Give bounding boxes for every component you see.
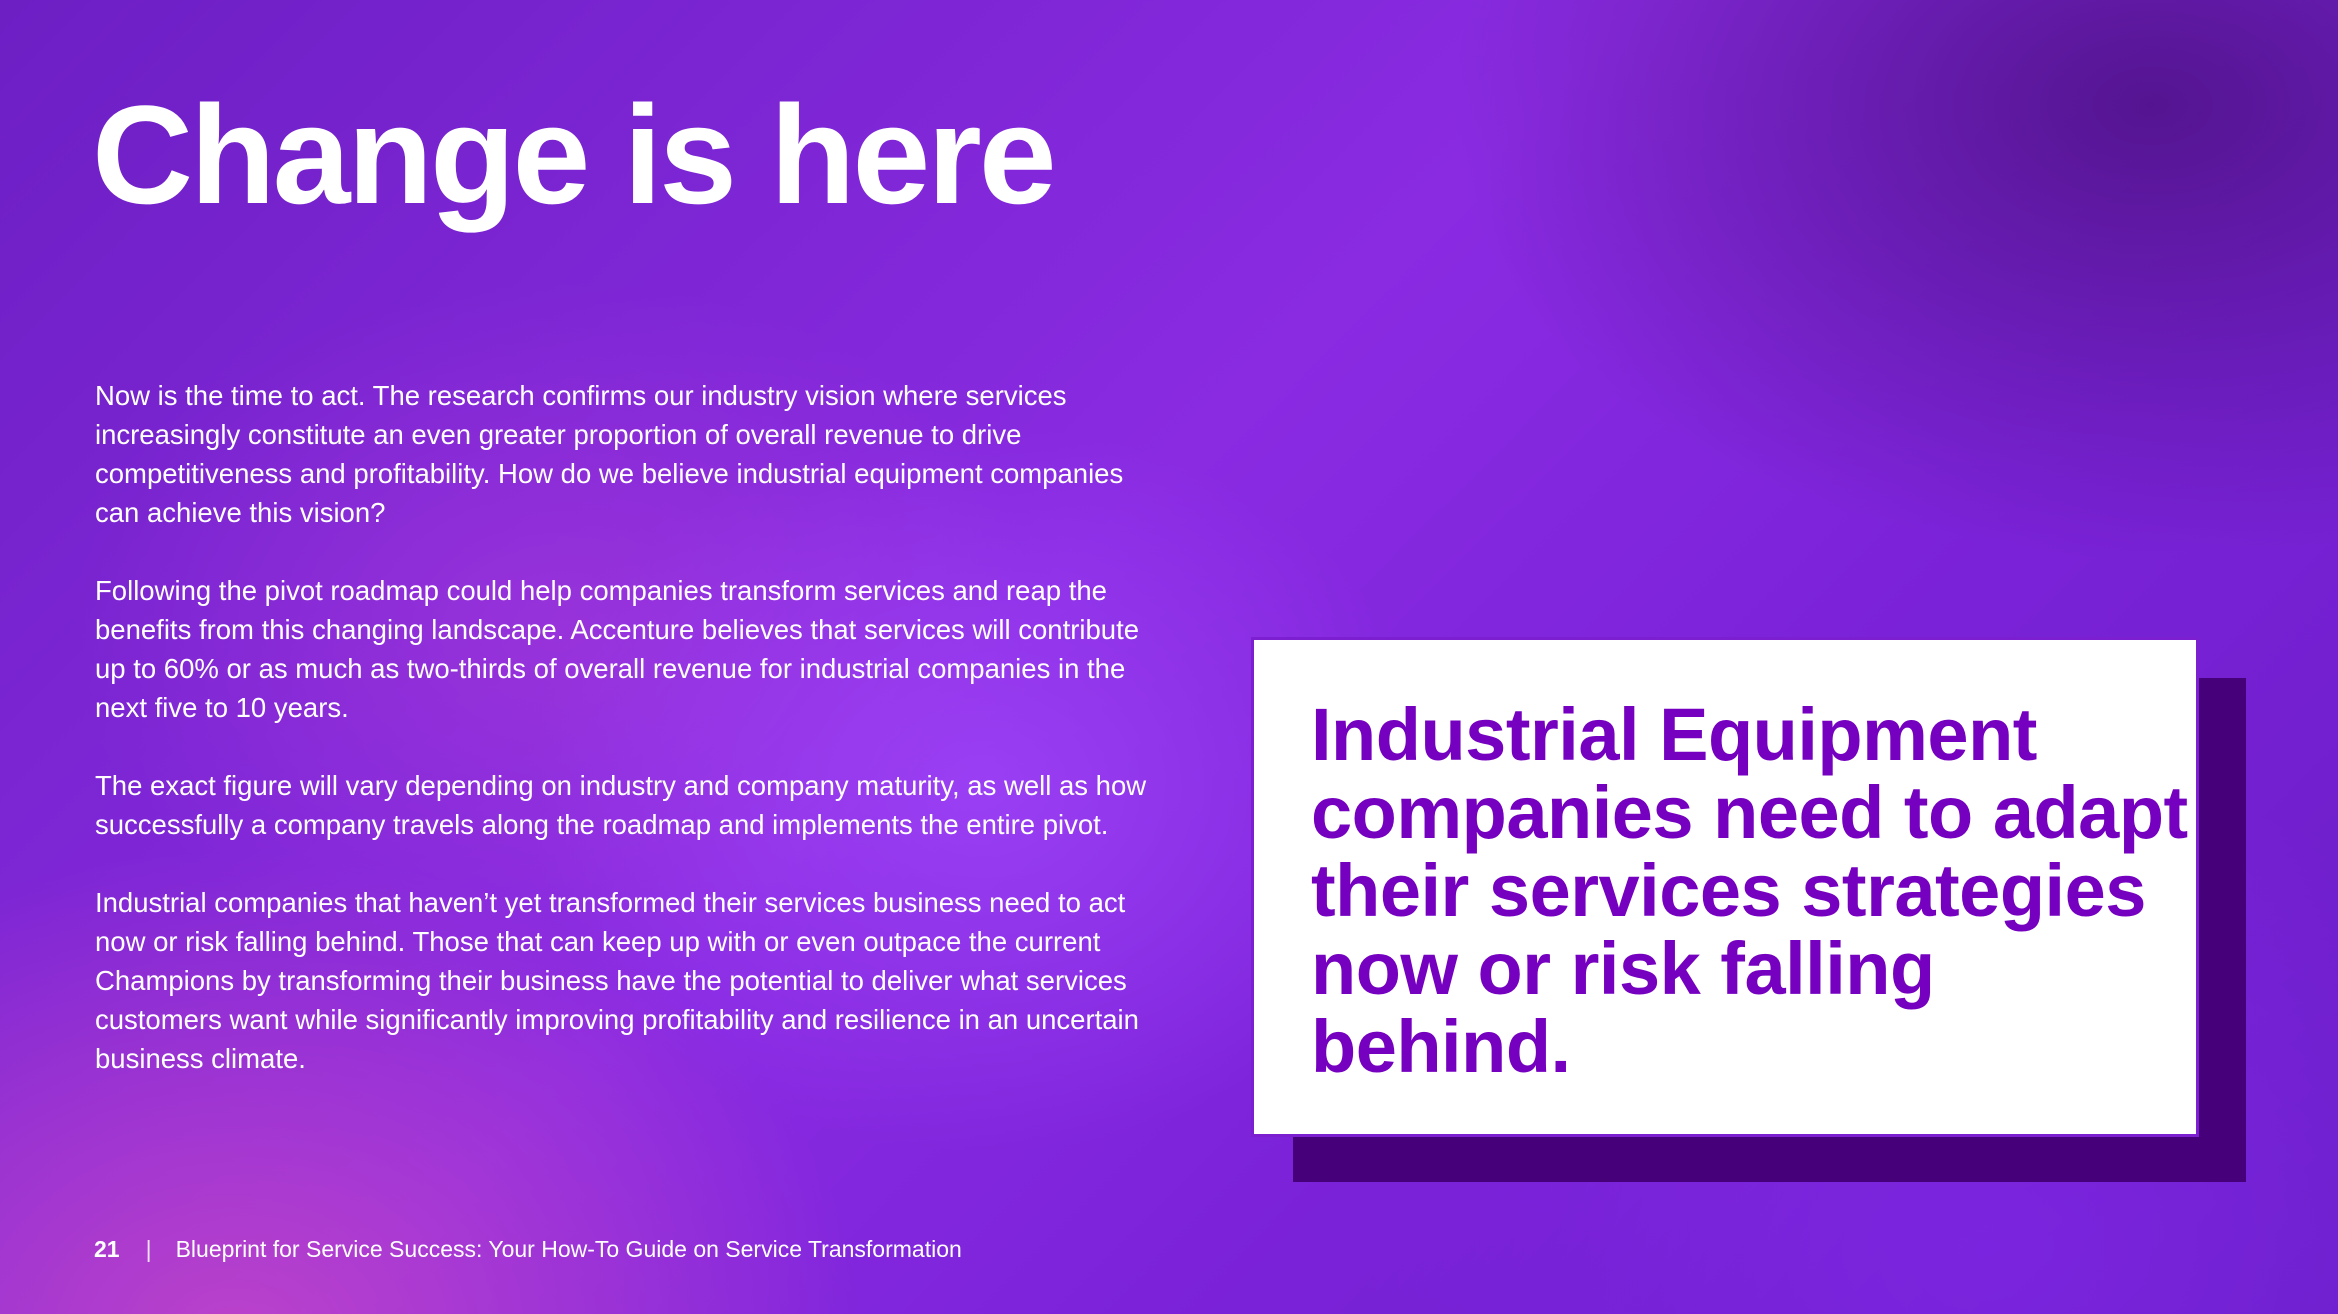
page-number: 21 xyxy=(94,1236,120,1262)
document-title: Blueprint for Service Success: Your How-… xyxy=(175,1236,962,1262)
callout-box: Industrial Equipment companies need to a… xyxy=(1251,637,2199,1137)
body-paragraph: Now is the time to act. The research con… xyxy=(95,380,1124,528)
body-paragraph: The exact figure will vary depending on … xyxy=(95,770,1147,840)
body-text: Now is the time to act. The research con… xyxy=(95,376,1155,1078)
callout-text: Industrial Equipment companies need to a… xyxy=(1311,693,2188,1088)
page-title: Change is here xyxy=(92,76,1057,233)
footer: 21 | Blueprint for Service Success: Your… xyxy=(94,1236,962,1263)
body-paragraph: Following the pivot roadmap could help c… xyxy=(95,575,1140,723)
body-paragraph: Industrial companies that haven’t yet tr… xyxy=(95,887,1139,1074)
footer-separator: | xyxy=(145,1236,152,1262)
